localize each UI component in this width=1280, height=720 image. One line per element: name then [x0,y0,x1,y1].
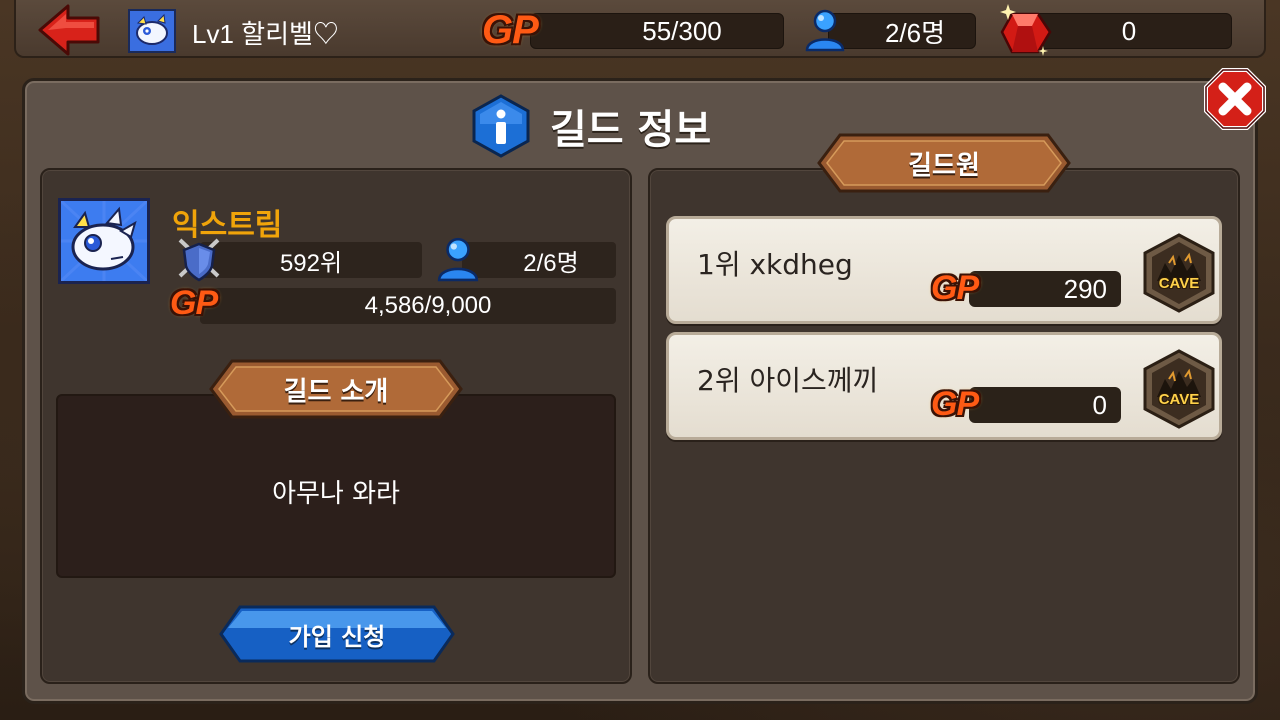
guild-members: 2/6명 [523,249,579,277]
person-icon [436,236,480,286]
join-request-button[interactable]: 가입 신청 [218,604,456,664]
cave-badge: CAVE [1139,233,1219,313]
member-gp-value: 0 [1092,389,1107,420]
person-icon [804,8,846,56]
back-arrow-icon [38,4,100,56]
guild-emblem [58,198,150,284]
top-gp-bar: 55/300 [530,13,784,49]
dialog-title: 길드 정보 [550,107,712,153]
cave-icon [1143,349,1215,429]
cave-badge-label: CAVE [1158,391,1200,408]
back-button[interactable] [36,2,102,58]
cave-icon [1143,233,1215,313]
guild-rank: 592위 [279,249,343,277]
member-card[interactable]: 1위 xkdheg 290 GP CAVE [666,216,1222,324]
guild-members-tab: 길드원 [816,132,1072,194]
join-request-label: 가입 신청 [288,622,386,651]
shield-swords-icon [174,236,224,288]
guild-intro-tab-label: 길드 소개 [283,376,389,407]
close-button[interactable] [1204,68,1266,130]
guild-gp-bar: 4,586/9,000 [200,288,616,324]
member-gp-label: GP [931,385,979,423]
guild-members-bar: 2/6명 [462,242,616,278]
top-gems-value: 0 [1121,15,1137,46]
member-name: 1위 xkdheg [697,248,853,281]
info-icon [472,94,530,158]
guild-intro-box: 아무나 와라 [56,394,616,578]
top-gp-value: 55/300 [642,15,722,46]
close-icon [1204,68,1266,130]
ruby-gem-icon[interactable] [996,4,1056,64]
guild-rank-bar: 592위 [200,242,422,278]
member-gp-bar: 290 [969,271,1121,307]
dragon-emblem-icon [136,13,168,45]
guild-members-tab-label: 길드원 [908,150,980,181]
cave-badge: CAVE [1139,349,1219,429]
top-gems-bar: 0 [1026,13,1232,49]
guild-intro-text: 아무나 와라 [272,478,400,509]
top-gp-label: GP [482,8,539,52]
cave-badge-label: CAVE [1158,275,1200,292]
player-name: Lv1 할리벨♡ [192,19,339,49]
member-gp-label: GP [931,269,979,307]
dragon-emblem-icon [59,199,149,283]
member-card[interactable]: 2위 아이스께끼 0 GP CAVE [666,332,1222,440]
member-name: 2위 아이스께끼 [697,364,879,397]
player-avatar[interactable] [128,9,176,53]
top-members-value: 2/6명 [884,17,946,48]
guild-gp-value: 4,586/9,000 [364,292,492,319]
guild-gp-label: GP [170,284,218,322]
member-gp-value: 290 [1063,273,1107,304]
top-members-bar: 2/6명 [828,13,976,49]
member-gp-bar: 0 [969,387,1121,423]
dialog-header: 길드 정보 [470,94,810,158]
guild-intro-tab: 길드 소개 [208,358,464,420]
